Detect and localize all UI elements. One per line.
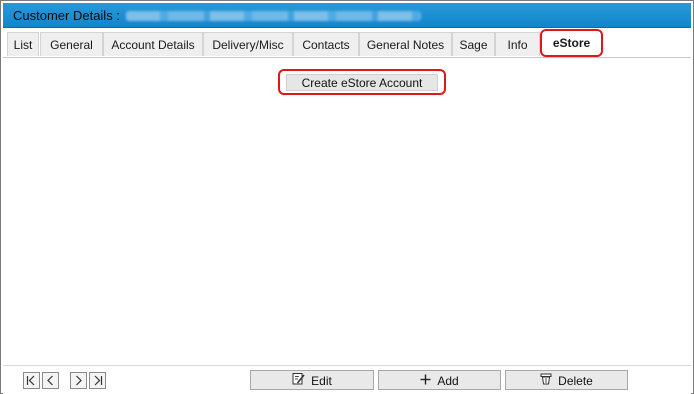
tab-contacts[interactable]: Contacts xyxy=(293,32,359,56)
add-label: Add xyxy=(437,373,459,388)
tab-account-details[interactable]: Account Details xyxy=(103,32,203,56)
tab-list[interactable]: List xyxy=(7,32,39,56)
last-record-button[interactable] xyxy=(89,372,106,389)
tab-sage[interactable]: Sage xyxy=(452,32,495,56)
add-button[interactable]: Add xyxy=(378,370,501,390)
tab-general-notes[interactable]: General Notes xyxy=(359,32,452,56)
first-record-icon xyxy=(26,375,35,386)
previous-record-button[interactable] xyxy=(42,372,59,389)
previous-record-icon xyxy=(47,375,53,386)
last-record-icon xyxy=(94,375,103,386)
next-record-icon xyxy=(76,375,82,386)
next-record-button[interactable] xyxy=(70,372,87,389)
customer-details-window: Customer Details : List General Account … xyxy=(0,0,694,394)
edit-icon xyxy=(292,372,305,390)
title-bar: Customer Details : xyxy=(3,3,691,28)
create-estore-account-button[interactable]: Create eStore Account xyxy=(286,74,438,91)
create-estore-highlight: Create eStore Account xyxy=(278,69,446,95)
first-record-button[interactable] xyxy=(23,372,40,389)
delete-label: Delete xyxy=(558,373,593,388)
delete-button[interactable]: Delete xyxy=(505,370,628,390)
tab-info[interactable]: Info xyxy=(495,32,540,56)
tab-estore[interactable]: eStore xyxy=(540,29,603,57)
trash-icon xyxy=(540,372,552,390)
window-title: Customer Details : xyxy=(13,8,120,23)
estore-tab-panel: Create eStore Account xyxy=(3,58,691,364)
edit-button[interactable]: Edit xyxy=(250,370,374,390)
tab-general[interactable]: General xyxy=(40,32,103,56)
redacted-customer-name xyxy=(126,11,421,21)
tab-delivery-misc[interactable]: Delivery/Misc xyxy=(203,32,293,56)
bottom-toolbar: Edit Add Delete xyxy=(3,365,691,394)
tab-strip: List General Account Details Delivery/Mi… xyxy=(3,29,691,58)
edit-label: Edit xyxy=(311,373,332,388)
plus-icon xyxy=(420,372,431,390)
